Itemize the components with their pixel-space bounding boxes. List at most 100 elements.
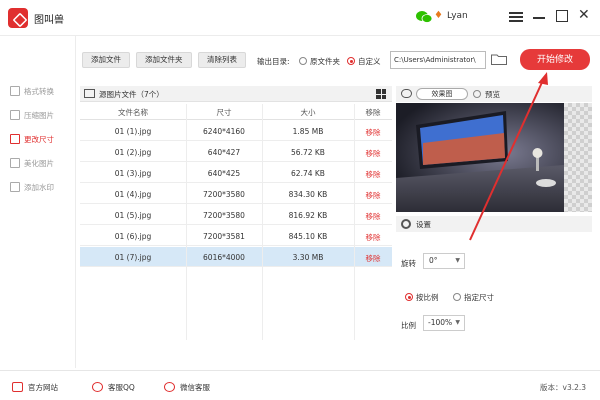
ratio-option-label[interactable]: 按比例 bbox=[416, 292, 439, 303]
image-icon bbox=[84, 89, 95, 98]
website-label: 官方网站 bbox=[28, 382, 58, 392]
file-dimensions: 7200*3580 bbox=[203, 211, 245, 220]
table-row[interactable]: 01 (4).jpg 7200*3580 834.30 KB 移除 bbox=[80, 184, 392, 204]
column-header-remove: 移除 bbox=[365, 108, 381, 117]
app-title: 图叫兽 bbox=[34, 15, 64, 26]
preview-radio[interactable] bbox=[473, 90, 481, 98]
file-panel: 源图片文件（7个） 文件名称 尺寸 大小 移除 01 (1).jpg 6240*… bbox=[80, 86, 392, 368]
website-link[interactable]: 官方网站 bbox=[12, 381, 58, 393]
close-icon[interactable]: ✕ bbox=[578, 8, 590, 22]
app-logo-icon bbox=[8, 8, 28, 28]
rotate-value: 0° bbox=[429, 256, 438, 265]
file-dimensions: 640*427 bbox=[207, 148, 241, 157]
status-bar: 官方网站 客服QQ 微信客服 版本：v3.2.3 bbox=[0, 370, 600, 400]
file-size: 56.72 KB bbox=[291, 148, 325, 157]
menu-icon[interactable] bbox=[509, 10, 523, 24]
remove-link[interactable]: 移除 bbox=[354, 232, 392, 243]
preview-photo bbox=[396, 103, 592, 212]
table-row-selected[interactable]: 01 (7).jpg 6016*4000 3.30 MB 移除 bbox=[80, 247, 392, 267]
file-dimensions: 7200*3580 bbox=[203, 190, 245, 199]
folder-icon[interactable] bbox=[491, 54, 507, 65]
table-row[interactable]: 01 (5).jpg 7200*3580 816.92 KB 移除 bbox=[80, 205, 392, 225]
watermark-icon bbox=[10, 182, 20, 192]
wechat-label: 微信客服 bbox=[180, 382, 210, 392]
size-option-label[interactable]: 指定尺寸 bbox=[464, 292, 494, 303]
preview-label[interactable]: 预览 bbox=[485, 89, 500, 100]
ratio-label: 比例 bbox=[401, 321, 416, 330]
preview-mode-select[interactable]: 效果图 bbox=[416, 88, 468, 100]
user-name[interactable]: Lyan bbox=[447, 11, 468, 21]
remove-link[interactable]: 移除 bbox=[354, 148, 392, 159]
eye-icon bbox=[401, 89, 412, 98]
sidebar-item-label: 添加水印 bbox=[24, 182, 54, 192]
maximize-icon[interactable] bbox=[556, 10, 568, 22]
title-bar: 图叫兽 ♦ Lyan ✕ bbox=[0, 0, 600, 36]
ratio-value: -100% bbox=[428, 318, 453, 327]
size-option-radio[interactable] bbox=[453, 293, 461, 301]
remove-link[interactable]: 移除 bbox=[354, 127, 392, 138]
output-custom-radio[interactable] bbox=[347, 57, 355, 65]
file-dimensions: 6016*4000 bbox=[203, 253, 245, 262]
file-name: 01 (5).jpg bbox=[114, 211, 152, 220]
file-size: 834.30 KB bbox=[288, 190, 328, 199]
table-header: 文件名称 尺寸 大小 移除 bbox=[80, 104, 392, 120]
remove-link[interactable]: 移除 bbox=[354, 211, 392, 222]
column-divider bbox=[262, 104, 263, 340]
resize-icon bbox=[10, 134, 20, 144]
minimize-icon[interactable] bbox=[533, 17, 545, 19]
settings-title: 设置 bbox=[416, 220, 431, 229]
column-header-name: 文件名称 bbox=[118, 108, 148, 117]
file-size: 816.92 KB bbox=[288, 211, 328, 220]
file-size: 3.30 MB bbox=[292, 253, 324, 262]
gear-icon bbox=[401, 219, 411, 229]
remove-link[interactable]: 移除 bbox=[354, 253, 392, 264]
wechat-support-link[interactable]: 微信客服 bbox=[164, 381, 210, 393]
file-name: 01 (7).jpg bbox=[114, 253, 152, 262]
column-header-size: 大小 bbox=[300, 108, 316, 117]
format-convert-icon bbox=[10, 86, 20, 96]
ratio-option-radio[interactable] bbox=[405, 293, 413, 301]
file-name: 01 (2).jpg bbox=[114, 148, 152, 157]
column-divider bbox=[186, 104, 187, 340]
file-panel-header: 源图片文件（7个） bbox=[80, 86, 392, 102]
output-original-label[interactable]: 原文件夹 bbox=[310, 56, 340, 67]
sidebar-item-watermark[interactable]: 添加水印 bbox=[10, 180, 54, 194]
chevron-down-icon: ▼ bbox=[455, 319, 460, 326]
table-row[interactable]: 01 (3).jpg 640*425 62.74 KB 移除 bbox=[80, 163, 392, 183]
ratio-select[interactable]: -100% ▼ bbox=[423, 315, 465, 331]
remove-link[interactable]: 移除 bbox=[354, 190, 392, 201]
output-path-input[interactable] bbox=[390, 51, 486, 69]
qq-support-link[interactable]: 客服QQ bbox=[92, 381, 135, 393]
sidebar-item-beautify[interactable]: 美化图片 bbox=[10, 156, 54, 170]
file-size: 62.74 KB bbox=[291, 169, 325, 178]
sidebar-item-label: 压缩图片 bbox=[24, 110, 54, 120]
add-file-button[interactable]: 添加文件 bbox=[82, 52, 130, 68]
chevron-down-icon: ▼ bbox=[455, 257, 460, 264]
output-custom-label[interactable]: 自定义 bbox=[358, 56, 381, 67]
column-divider bbox=[354, 104, 355, 340]
column-header-dimensions: 尺寸 bbox=[216, 108, 232, 117]
qq-label: 客服QQ bbox=[108, 382, 135, 392]
file-name: 01 (3).jpg bbox=[114, 169, 152, 178]
clear-list-button[interactable]: 清除列表 bbox=[198, 52, 246, 68]
remove-link[interactable]: 移除 bbox=[354, 169, 392, 180]
sidebar-item-compress[interactable]: 压缩图片 bbox=[10, 108, 54, 122]
file-size: 845.10 KB bbox=[288, 232, 328, 241]
add-folder-button[interactable]: 添加文件夹 bbox=[136, 52, 192, 68]
output-dir-label: 输出目录: bbox=[257, 57, 290, 66]
wechat-icon[interactable] bbox=[416, 10, 432, 24]
file-name: 01 (6).jpg bbox=[114, 232, 152, 241]
start-button[interactable]: 开始修改 bbox=[520, 49, 590, 70]
sidebar-item-resize[interactable]: 更改尺寸 bbox=[10, 132, 54, 146]
file-dimensions: 7200*3581 bbox=[203, 232, 245, 241]
table-row[interactable]: 01 (2).jpg 640*427 56.72 KB 移除 bbox=[80, 142, 392, 162]
sidebar-item-label: 更改尺寸 bbox=[24, 134, 54, 144]
rotate-select[interactable]: 0° ▼ bbox=[423, 253, 465, 269]
file-panel-title: 源图片文件（7个） bbox=[99, 90, 164, 99]
table-row[interactable]: 01 (6).jpg 7200*3581 845.10 KB 移除 bbox=[80, 226, 392, 246]
output-original-radio[interactable] bbox=[299, 57, 307, 65]
sidebar-item-format-convert[interactable]: 格式转换 bbox=[10, 84, 54, 98]
file-name: 01 (1).jpg bbox=[114, 127, 152, 136]
table-row[interactable]: 01 (1).jpg 6240*4160 1.85 MB 移除 bbox=[80, 121, 392, 141]
grid-view-icon[interactable] bbox=[376, 89, 386, 99]
